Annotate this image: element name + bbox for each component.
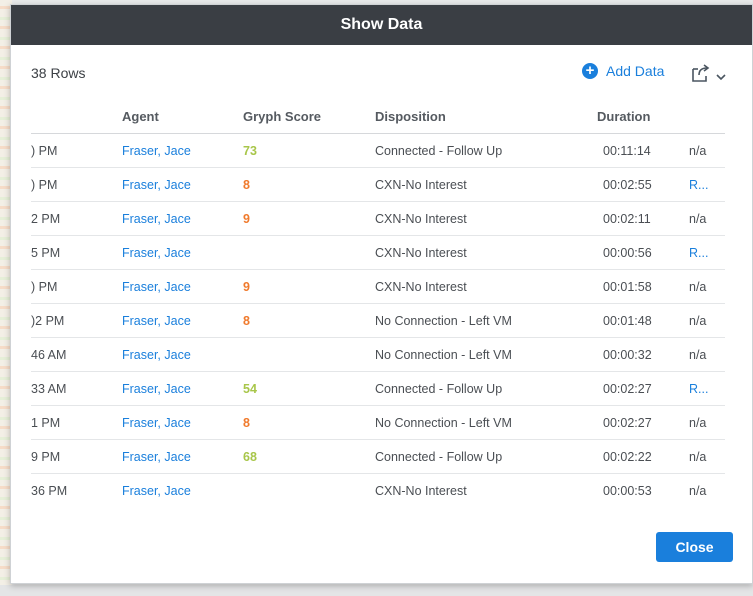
disposition: Connected - Follow Up [375, 382, 503, 396]
table-row[interactable]: 46 AM Fraser, Jace No Connection - Left VM… [31, 338, 725, 372]
table-row[interactable]: ) PM Fraser, Jace 73 Connected - Follow Up 0… [31, 134, 725, 168]
extra-value: n/a [689, 144, 707, 158]
call-time: ) PM [31, 280, 58, 294]
data-table: Agent Gryph Score Disposition Duration )… [31, 105, 725, 507]
agent-link[interactable]: Fraser, Jace [122, 178, 191, 192]
duration: 00:02:55 [603, 178, 652, 192]
duration: 00:11:14 [603, 144, 651, 158]
gryph-score: 9 [243, 280, 250, 294]
duration: 00:02:27 [603, 416, 652, 430]
table-header: Agent Gryph Score Disposition Duration [31, 105, 725, 134]
agent-link[interactable]: Fraser, Jace [122, 348, 191, 362]
duration: 00:00:53 [603, 484, 652, 498]
extra-value: n/a [689, 212, 707, 226]
agent-link[interactable]: Fraser, Jace [122, 314, 191, 328]
gryph-score: 8 [243, 178, 250, 192]
add-data-button[interactable]: + Add Data [582, 63, 664, 79]
agent-link[interactable]: Fraser, Jace [122, 382, 191, 396]
disposition: Connected - Follow Up [375, 450, 503, 464]
agent-link[interactable]: Fraser, Jace [122, 280, 191, 294]
agent-link[interactable]: Fraser, Jace [122, 450, 191, 464]
table-row[interactable]: 36 PM Fraser, Jace CXN-No Interest 00:00:53… [31, 474, 725, 507]
disposition: Connected - Follow Up [375, 144, 503, 158]
disposition: CXN-No Interest [375, 178, 467, 192]
disposition: No Connection - Left VM [375, 348, 512, 362]
extra-value: n/a [689, 348, 707, 362]
call-time: 46 AM [31, 348, 67, 362]
duration: 00:02:11 [603, 212, 651, 226]
recording-link[interactable]: R... [689, 246, 708, 260]
background-app-bottom [0, 585, 753, 596]
add-data-label: Add Data [606, 63, 665, 79]
call-time: 5 PM [31, 246, 61, 260]
table-body: ) PM Fraser, Jace 73 Connected - Follow Up 0… [31, 134, 725, 507]
duration: 00:02:27 [603, 382, 652, 396]
gryph-score: 9 [243, 212, 250, 226]
gryph-score: 8 [243, 416, 250, 430]
table-row[interactable]: 1 PM Fraser, Jace 8 No Connection - Left VM… [31, 406, 725, 440]
extra-value: n/a [689, 416, 707, 430]
share-export-icon [690, 63, 712, 88]
gryph-score: 68 [243, 450, 257, 464]
extra-value: n/a [689, 450, 707, 464]
call-time: )2 PM [31, 314, 65, 328]
agent-link[interactable]: Fraser, Jace [122, 212, 191, 226]
plus-circle-icon: + [582, 63, 598, 79]
extra-value: n/a [689, 280, 707, 294]
column-header-duration[interactable]: Duration [597, 109, 650, 124]
duration: 00:01:58 [603, 280, 652, 294]
call-time: 2 PM [31, 212, 61, 226]
agent-link[interactable]: Fraser, Jace [122, 144, 191, 158]
disposition: CXN-No Interest [375, 246, 467, 260]
call-time: ) PM [31, 178, 58, 192]
dialog-toolbar: 38 Rows + Add Data [11, 63, 752, 83]
disposition: No Connection - Left VM [375, 416, 512, 430]
show-data-dialog: Show Data 38 Rows + Add Data Agent Gryph… [10, 4, 753, 584]
export-dropdown-button[interactable] [690, 63, 726, 88]
call-time: 33 AM [31, 382, 67, 396]
extra-value: n/a [689, 484, 707, 498]
call-time: 9 PM [31, 450, 61, 464]
duration: 00:00:32 [603, 348, 652, 362]
table-row[interactable]: 9 PM Fraser, Jace 68 Connected - Follow Up 0… [31, 440, 725, 474]
table-row[interactable]: ) PM Fraser, Jace 8 CXN-No Interest 00:02:55… [31, 168, 725, 202]
disposition: CXN-No Interest [375, 280, 467, 294]
recording-link[interactable]: R... [689, 382, 708, 396]
rows-count: 38 Rows [31, 65, 86, 81]
column-header-disposition[interactable]: Disposition [375, 109, 446, 124]
duration: 00:00:56 [603, 246, 652, 260]
disposition: CXN-No Interest [375, 484, 467, 498]
dialog-title: Show Data [340, 16, 423, 33]
extra-value: n/a [689, 314, 707, 328]
table-row[interactable]: 33 AM Fraser, Jace 54 Connected - Follow Up… [31, 372, 725, 406]
gryph-score: 73 [243, 144, 257, 158]
call-time: 36 PM [31, 484, 68, 498]
table-row[interactable]: 2 PM Fraser, Jace 9 CXN-No Interest 00:02:11… [31, 202, 725, 236]
gryph-score: 54 [243, 382, 257, 396]
duration: 00:01:48 [603, 314, 652, 328]
disposition: No Connection - Left VM [375, 314, 512, 328]
close-button[interactable]: Close [656, 532, 733, 562]
recording-link[interactable]: R... [689, 178, 708, 192]
call-time: ) PM [31, 144, 58, 158]
column-header-agent[interactable]: Agent [122, 109, 159, 124]
duration: 00:02:22 [603, 450, 652, 464]
disposition: CXN-No Interest [375, 212, 467, 226]
table-row[interactable]: ) PM Fraser, Jace 9 CXN-No Interest 00:01:58… [31, 270, 725, 304]
agent-link[interactable]: Fraser, Jace [122, 416, 191, 430]
call-time: 1 PM [31, 416, 61, 430]
agent-link[interactable]: Fraser, Jace [122, 484, 191, 498]
column-header-gryph-score[interactable]: Gryph Score [243, 109, 321, 124]
chevron-down-icon [716, 68, 726, 86]
agent-link[interactable]: Fraser, Jace [122, 246, 191, 260]
gryph-score: 8 [243, 314, 250, 328]
table-row[interactable]: 5 PM Fraser, Jace CXN-No Interest 00:00:56 R… [31, 236, 725, 270]
dialog-header: Show Data [11, 5, 752, 45]
table-row[interactable]: )2 PM Fraser, Jace 8 No Connection - Left V… [31, 304, 725, 338]
